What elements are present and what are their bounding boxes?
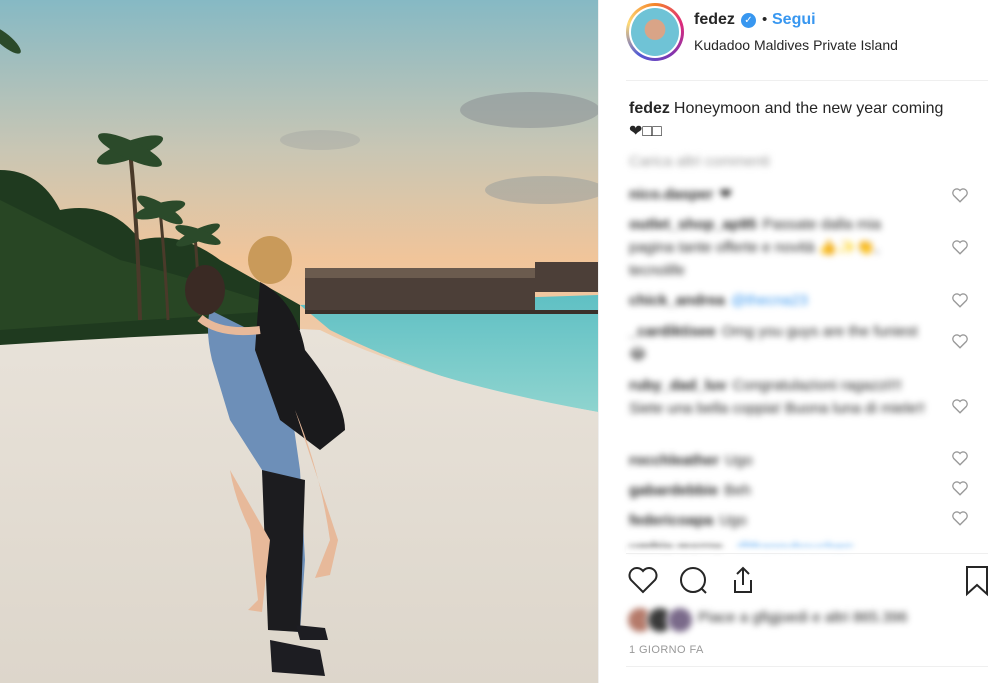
likes-row: Piace a gfigjoedi e altri 865.396: [626, 604, 988, 634]
caption-text: Honeymoon and the new year coming ❤︎□□: [629, 100, 944, 140]
avatar[interactable]: [629, 6, 681, 58]
comment-username[interactable]: gabardebbie: [629, 482, 718, 499]
comment-text: ❤: [719, 186, 732, 203]
comment: nico.dasper ❤: [629, 183, 929, 206]
post-header: fedez ✓ • Segui Kudadoo Maldives Private…: [626, 0, 988, 81]
comment-like-heart-icon[interactable]: [951, 479, 969, 497]
comments-fade: [626, 545, 956, 553]
comment-username[interactable]: federicoapa: [629, 512, 713, 529]
comment-username[interactable]: _cardiktisee: [629, 323, 716, 340]
comment-like-heart-icon[interactable]: [951, 332, 969, 350]
post-caption: fedez Honeymoon and the new year coming ❤…: [629, 97, 959, 143]
comment-like-heart-icon[interactable]: [951, 291, 969, 309]
separator-dot: •: [762, 11, 768, 28]
heart-icon[interactable]: [626, 563, 660, 597]
divider: [626, 666, 988, 667]
comment-like-heart-icon[interactable]: [951, 449, 969, 467]
post-sidebar: fedez ✓ • Segui Kudadoo Maldives Private…: [598, 0, 1000, 683]
beach-kiss-photo: [0, 26, 598, 683]
comment: ruby_dad_luv Congratulazioni ragazzi!!! S…: [629, 374, 929, 420]
comment: outlet_shop_ap95 Passate dalla mia pagina…: [629, 213, 929, 282]
comment-like-heart-icon[interactable]: [951, 397, 969, 415]
comment: gabardebbie Beh: [629, 479, 929, 502]
follow-button[interactable]: Segui: [772, 11, 816, 29]
action-bar: [626, 553, 988, 604]
share-icon[interactable]: [726, 563, 760, 597]
comment: federicoapa Ugo: [629, 509, 929, 532]
comment-text: Ugo: [719, 512, 747, 529]
avatar-image: [631, 8, 679, 56]
liker-avatar[interactable]: [666, 606, 694, 634]
comment-text: Ugo: [725, 452, 753, 469]
bookmark-icon[interactable]: [960, 563, 994, 597]
comment-like-heart-icon[interactable]: [951, 509, 969, 527]
caption-username[interactable]: fedez: [629, 100, 670, 117]
comment-bubble-icon[interactable]: [676, 563, 710, 597]
comment-username[interactable]: nico.dasper: [629, 186, 713, 203]
verified-badge-icon: ✓: [741, 13, 756, 28]
comment-username[interactable]: ruby_dad_luv: [629, 377, 727, 394]
post-photo[interactable]: [0, 0, 598, 683]
post-timestamp[interactable]: 1 GIORNO FA: [629, 644, 704, 656]
username-link[interactable]: fedez: [694, 11, 735, 29]
comment-like-heart-icon[interactable]: [951, 186, 969, 204]
load-more-comments[interactable]: Carica altri commenti: [629, 153, 770, 170]
likes-count-text[interactable]: Piace a gfigjoedi e altri 865.396: [698, 609, 907, 626]
comment-username[interactable]: outlet_shop_ap95: [629, 216, 757, 233]
comment: rocchleather Ugo: [629, 449, 929, 472]
comment: chick_andrea @thecna23: [629, 289, 929, 312]
comment-text: Beh: [724, 482, 751, 499]
comment: _cardiktisee Omg you guys are the funiest…: [629, 320, 929, 366]
story-ring[interactable]: [626, 3, 684, 61]
comment-mention[interactable]: @thecna23: [731, 292, 808, 309]
comment-username[interactable]: rocchleather: [629, 452, 719, 469]
comment-username[interactable]: chick_andrea: [629, 292, 725, 309]
location-link[interactable]: Kudadoo Maldives Private Island: [694, 37, 898, 53]
comment-like-heart-icon[interactable]: [951, 238, 969, 256]
